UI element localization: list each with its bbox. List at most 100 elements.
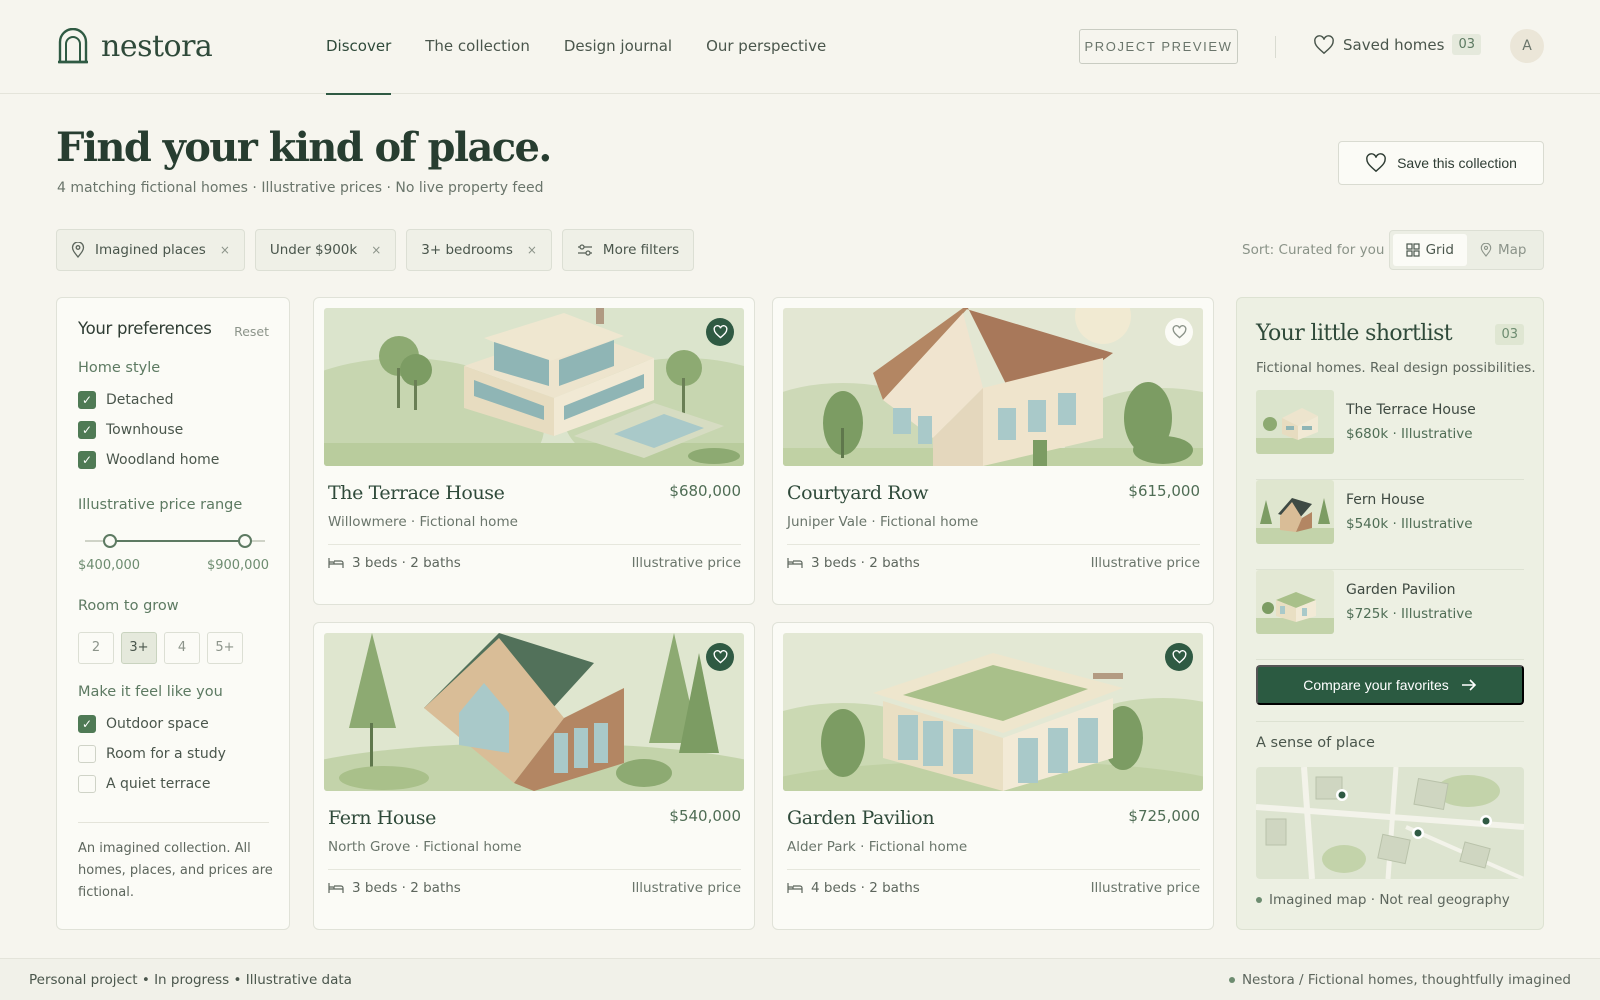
home-illustration — [783, 633, 1203, 791]
listing-name[interactable]: Courtyard Row — [787, 482, 928, 504]
room-option-2[interactable]: 2 — [78, 632, 114, 664]
nav-discover[interactable]: Discover — [326, 0, 392, 95]
checkbox-townhouse[interactable]: ✓ Townhouse — [78, 421, 183, 439]
save-collection-button[interactable]: Save this collection — [1338, 141, 1544, 185]
saved-homes-link[interactable]: Saved homes 03 — [1313, 34, 1481, 55]
nav-design-journal[interactable]: Design journal — [564, 0, 672, 94]
favorite-toggle[interactable] — [1165, 643, 1193, 671]
listing-beds-baths: 3 beds · 2 baths — [328, 880, 461, 896]
checkbox-quiet-terrace[interactable]: A quiet terrace — [78, 775, 211, 793]
remove-filter-icon[interactable]: × — [371, 243, 381, 257]
view-grid-button[interactable]: Grid — [1393, 234, 1467, 266]
slider-thumb-max[interactable] — [237, 534, 252, 548]
bed-icon — [787, 883, 803, 893]
checkbox-outdoor-space[interactable]: ✓ Outdoor space — [78, 715, 209, 733]
checkbox-box[interactable]: ✓ — [78, 715, 96, 733]
checkbox-label: Outdoor space — [106, 716, 209, 732]
checkbox-detached[interactable]: ✓ Detached — [78, 391, 174, 409]
listing-card[interactable]: The Terrace House $680,000 Willowmere · … — [313, 297, 755, 605]
compare-favorites-label: Compare your favorites — [1303, 677, 1449, 693]
imagined-map[interactable] — [1256, 767, 1524, 879]
saved-homes-label: Saved homes — [1343, 35, 1445, 54]
chip-label: Imagined places — [95, 242, 206, 258]
page-title: Find your kind of place. — [56, 124, 552, 171]
listing-card[interactable]: Garden Pavilion $725,000 Alder Park · Fi… — [772, 622, 1214, 930]
checkbox-box[interactable]: ✓ — [78, 451, 96, 469]
remove-filter-icon[interactable]: × — [220, 243, 230, 257]
checkbox-woodland-home[interactable]: ✓ Woodland home — [78, 451, 219, 469]
sliders-icon — [577, 244, 592, 256]
shortlist-item[interactable]: Garden Pavilion $725k · Illustrative — [1256, 570, 1524, 660]
nav-the-collection[interactable]: The collection — [425, 0, 530, 94]
checkbox-room-for-study[interactable]: Room for a study — [78, 745, 226, 763]
project-preview-button[interactable]: PROJECT PREVIEW — [1079, 29, 1238, 64]
garden-pavilion-thumbnail — [1256, 570, 1334, 634]
room-to-grow-heading: Room to grow — [78, 598, 179, 614]
listing-price: $615,000 — [1128, 482, 1200, 500]
checkbox-box[interactable]: ✓ — [78, 391, 96, 409]
room-option-3plus[interactable]: 3+ — [121, 632, 157, 664]
price-range-slider[interactable] — [85, 534, 265, 548]
shortlist-count-badge: 03 — [1495, 324, 1524, 345]
beds-baths-label: 3 beds · 2 baths — [352, 880, 461, 896]
sense-of-place-heading: A sense of place — [1256, 735, 1375, 751]
favorite-toggle[interactable] — [706, 318, 734, 346]
filter-chip-imagined-places[interactable]: Imagined places × — [56, 229, 245, 271]
listing-location: Juniper Vale · Fictional home — [787, 514, 979, 530]
illustrative-price-tag: Illustrative price — [1090, 880, 1200, 896]
listing-name[interactable]: Fern House — [328, 807, 436, 829]
room-option-4[interactable]: 4 — [164, 632, 200, 664]
shortlist-item-meta: $725k · Illustrative — [1346, 606, 1473, 622]
chip-label: 3+ bedrooms — [421, 242, 513, 258]
heart-icon — [1366, 153, 1386, 173]
listing-card[interactable]: Courtyard Row $615,000 Juniper Vale · Fi… — [772, 297, 1214, 605]
beds-baths-label: 4 beds · 2 baths — [811, 880, 920, 896]
fern-house-thumbnail — [1256, 480, 1334, 544]
slider-thumb-min[interactable] — [103, 534, 118, 548]
divider — [1256, 721, 1524, 722]
filter-chip-bedrooms[interactable]: 3+ bedrooms × — [406, 229, 552, 271]
checkbox-box[interactable] — [78, 775, 96, 793]
compare-favorites-button[interactable]: Compare your favorites — [1256, 665, 1524, 705]
remove-filter-icon[interactable]: × — [527, 243, 537, 257]
room-options: 2 3+ 4 5+ — [78, 632, 243, 664]
heart-icon — [713, 650, 727, 664]
sort-dropdown[interactable]: Sort: Curated for you — [1242, 242, 1384, 258]
favorite-toggle[interactable] — [1165, 318, 1193, 346]
view-map-button[interactable]: Map — [1467, 234, 1541, 266]
room-option-5plus[interactable]: 5+ — [207, 632, 243, 664]
favorite-toggle[interactable] — [706, 643, 734, 671]
listing-name[interactable]: Garden Pavilion — [787, 807, 935, 829]
filter-chip-under-900k[interactable]: Under $900k × — [254, 229, 397, 271]
listing-location: North Grove · Fictional home — [328, 839, 522, 855]
preferences-panel: Your preferences Reset Home style ✓ Deta… — [56, 297, 290, 930]
brand-logo[interactable]: nestora — [57, 28, 213, 64]
map-note-text: Imagined map · Not real geography — [1269, 892, 1510, 908]
shortlist-item[interactable]: The Terrace House $680k · Illustrative — [1256, 390, 1524, 480]
checkbox-label: A quiet terrace — [106, 776, 211, 792]
nav-our-perspective[interactable]: Our perspective — [706, 0, 826, 94]
listing-name[interactable]: The Terrace House — [328, 482, 505, 504]
checkbox-box[interactable]: ✓ — [78, 421, 96, 439]
shortlist-item-meta: $540k · Illustrative — [1346, 516, 1473, 532]
collection-note: An imagined collection. All homes, place… — [78, 841, 273, 900]
divider — [787, 869, 1200, 870]
more-filters-button[interactable]: More filters — [561, 229, 695, 271]
checkbox-box[interactable] — [78, 745, 96, 763]
user-avatar[interactable]: A — [1510, 29, 1544, 63]
view-map-label: Map — [1498, 242, 1527, 258]
divider — [328, 869, 741, 870]
shortlist-item[interactable]: Fern House $540k · Illustrative — [1256, 480, 1524, 570]
home-style-heading: Home style — [78, 360, 161, 376]
map-note: Imagined map · Not real geography — [1256, 892, 1510, 908]
reset-link[interactable]: Reset — [234, 324, 269, 339]
more-filters-label: More filters — [602, 242, 680, 258]
listing-beds-baths: 4 beds · 2 baths — [787, 880, 920, 896]
heart-icon — [1172, 325, 1186, 339]
shortlist-item-name: Garden Pavilion — [1346, 582, 1456, 598]
listing-card[interactable]: Fern House $540,000 North Grove · Fictio… — [313, 622, 755, 930]
map-illustration — [1256, 767, 1524, 879]
checkbox-label: Room for a study — [106, 746, 226, 762]
illustrative-price-tag: Illustrative price — [1090, 555, 1200, 571]
listing-beds-baths: 3 beds · 2 baths — [787, 555, 920, 571]
